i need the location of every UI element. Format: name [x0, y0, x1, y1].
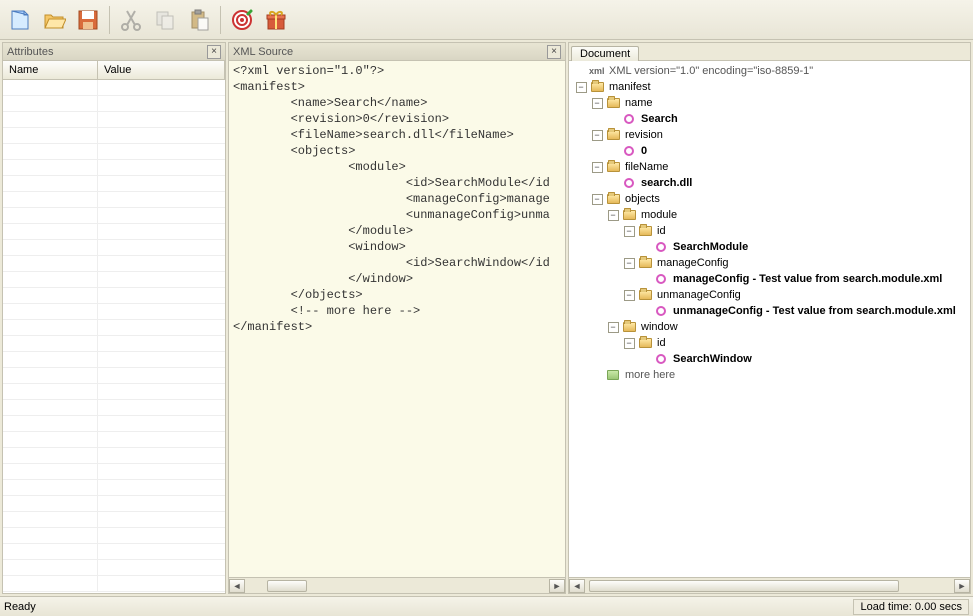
text-node-icon	[653, 303, 669, 319]
attr-col-value[interactable]: Value	[98, 61, 225, 79]
document-panel: Document xml XML version="1.0" encoding=…	[568, 42, 971, 594]
collapse-icon[interactable]: −	[624, 338, 635, 349]
attributes-title: Attributes	[7, 46, 207, 58]
attributes-grid[interactable]	[3, 80, 225, 593]
cut-button[interactable]	[115, 4, 147, 36]
text-node-icon	[621, 111, 637, 127]
paste-button[interactable]	[183, 4, 215, 36]
save-button[interactable]	[72, 4, 104, 36]
text-node-icon	[621, 143, 637, 159]
collapse-icon[interactable]: −	[624, 258, 635, 269]
collapse-icon[interactable]: −	[576, 82, 587, 93]
text-node-icon	[653, 271, 669, 287]
folder-icon	[637, 223, 653, 239]
collapse-icon[interactable]: −	[624, 290, 635, 301]
xml-decl-icon: xml	[589, 63, 605, 79]
tree-leaf[interactable]: search.dll	[573, 175, 970, 191]
text-node-icon	[653, 239, 669, 255]
new-button[interactable]	[4, 4, 36, 36]
tree-node-filename[interactable]: − fileName	[573, 159, 970, 175]
target-button[interactable]	[226, 4, 258, 36]
attributes-header: Attributes ×	[3, 43, 225, 61]
toolbar-separator	[109, 6, 110, 34]
text-node-icon	[653, 351, 669, 367]
tree-node-module[interactable]: − module	[573, 207, 970, 223]
folder-icon	[621, 207, 637, 223]
tree-leaf[interactable]: Search	[573, 111, 970, 127]
collapse-icon[interactable]: −	[592, 98, 603, 109]
tree-node-id[interactable]: − id	[573, 335, 970, 351]
tree-node-unmanageconfig[interactable]: − unmanageConfig	[573, 287, 970, 303]
attributes-panel: Attributes × Name Value	[2, 42, 226, 594]
xml-hscrollbar[interactable]: ◄ ►	[229, 577, 565, 593]
attr-col-name[interactable]: Name	[3, 61, 98, 79]
scroll-right-icon[interactable]: ►	[954, 579, 970, 593]
tree-leaf[interactable]: manageConfig - Test value from search.mo…	[573, 271, 970, 287]
toolbar-separator	[220, 6, 221, 34]
main-area: Attributes × Name Value	[0, 40, 973, 596]
scroll-right-icon[interactable]: ►	[549, 579, 565, 593]
collapse-icon[interactable]: −	[592, 162, 603, 173]
collapse-icon[interactable]: −	[608, 210, 619, 221]
attributes-close-icon[interactable]: ×	[207, 45, 221, 59]
folder-icon	[637, 335, 653, 351]
tree-leaf[interactable]: 0	[573, 143, 970, 159]
comment-icon	[605, 367, 621, 383]
collapse-icon[interactable]: −	[592, 194, 603, 205]
xml-title: XML Source	[233, 46, 547, 58]
tree-node-id[interactable]: − id	[573, 223, 970, 239]
xml-source-panel: XML Source × <?xml version="1.0"?> <mani…	[228, 42, 566, 594]
tree-node-revision[interactable]: − revision	[573, 127, 970, 143]
status-bar: Ready Load time: 0.00 secs	[0, 596, 973, 616]
document-tree[interactable]: xml XML version="1.0" encoding="iso-8859…	[569, 61, 970, 577]
xml-close-icon[interactable]: ×	[547, 45, 561, 59]
tree-node-manageconfig[interactable]: − manageConfig	[573, 255, 970, 271]
attributes-columns: Name Value	[3, 61, 225, 80]
tree-node-objects[interactable]: − objects	[573, 191, 970, 207]
folder-icon	[605, 191, 621, 207]
copy-button[interactable]	[149, 4, 181, 36]
folder-icon	[637, 255, 653, 271]
tree-xml-decl[interactable]: xml XML version="1.0" encoding="iso-8859…	[573, 63, 970, 79]
status-loadtime: Load time: 0.00 secs	[853, 599, 969, 615]
folder-icon	[589, 79, 605, 95]
folder-icon	[605, 159, 621, 175]
scroll-thumb[interactable]	[589, 580, 899, 592]
text-node-icon	[621, 175, 637, 191]
xml-header: XML Source ×	[229, 43, 565, 61]
folder-icon	[605, 127, 621, 143]
folder-icon	[637, 287, 653, 303]
tab-document[interactable]: Document	[571, 46, 639, 61]
scroll-left-icon[interactable]: ◄	[229, 579, 245, 593]
tree-comment[interactable]: more here	[573, 367, 970, 383]
collapse-icon[interactable]: −	[624, 226, 635, 237]
main-toolbar	[0, 0, 973, 40]
folder-icon	[621, 319, 637, 335]
gift-button[interactable]	[260, 4, 292, 36]
tree-node-name[interactable]: − name	[573, 95, 970, 111]
collapse-icon[interactable]: −	[608, 322, 619, 333]
scroll-thumb[interactable]	[267, 580, 307, 592]
document-hscrollbar[interactable]: ◄ ►	[569, 577, 970, 593]
document-tabs: Document	[569, 43, 970, 61]
tree-leaf[interactable]: SearchWindow	[573, 351, 970, 367]
scroll-left-icon[interactable]: ◄	[569, 579, 585, 593]
open-button[interactable]	[38, 4, 70, 36]
tree-node-manifest[interactable]: − manifest	[573, 79, 970, 95]
status-ready: Ready	[4, 601, 36, 613]
tree-leaf[interactable]: unmanageConfig - Test value from search.…	[573, 303, 970, 319]
collapse-icon[interactable]: −	[592, 130, 603, 141]
tree-node-window[interactable]: − window	[573, 319, 970, 335]
folder-icon	[605, 95, 621, 111]
xml-editor[interactable]: <?xml version="1.0"?> <manifest> <name>S…	[229, 61, 565, 577]
tree-leaf[interactable]: SearchModule	[573, 239, 970, 255]
